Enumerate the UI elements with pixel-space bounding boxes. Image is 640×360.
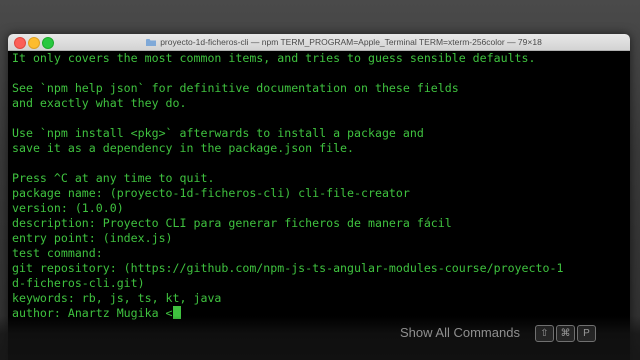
- minimize-button[interactable]: [28, 37, 40, 49]
- zoom-button[interactable]: [42, 37, 54, 49]
- terminal-line: description: Proyecto CLI para generar f…: [12, 216, 452, 230]
- terminal-line: save it as a dependency in the package.j…: [12, 141, 355, 155]
- terminal-line: Press ^C at any time to quit.: [12, 171, 215, 185]
- terminal-line: Use `npm install <pkg>` afterwards to in…: [12, 126, 424, 140]
- terminal-window[interactable]: proyecto-1d-ficheros-cli — npm TERM_PROG…: [8, 34, 630, 360]
- terminal-line: entry point: (index.js): [12, 231, 173, 245]
- shift-key-badge: ⇧: [535, 325, 554, 342]
- terminal-line: git repository: (https://github.com/npm-…: [12, 261, 564, 275]
- terminal-line: version: (1.0.0): [12, 201, 124, 215]
- close-button[interactable]: [14, 37, 26, 49]
- terminal-line: test command:: [12, 246, 103, 260]
- window-title: proyecto-1d-ficheros-cli — npm TERM_PROG…: [160, 37, 542, 47]
- command-key-badge: ⌘: [556, 325, 575, 342]
- p-key-badge: P: [577, 325, 596, 342]
- show-all-commands-label[interactable]: Show All Commands: [400, 325, 520, 340]
- terminal-line: package name: (proyecto-1d-ficheros-cli)…: [12, 186, 410, 200]
- terminal-output[interactable]: It only covers the most common items, an…: [8, 51, 630, 360]
- terminal-line: See `npm help json` for definitive docum…: [12, 81, 459, 95]
- terminal-line: It only covers the most common items, an…: [12, 51, 536, 65]
- folder-icon: [146, 38, 157, 46]
- window-title-wrapper: proyecto-1d-ficheros-cli — npm TERM_PROG…: [68, 34, 620, 50]
- terminal-line: d-ficheros-cli.git): [12, 276, 145, 290]
- title-bar[interactable]: proyecto-1d-ficheros-cli — npm TERM_PROG…: [8, 34, 630, 51]
- terminal-line: keywords: rb, js, ts, kt, java: [12, 291, 222, 305]
- terminal-line: and exactly what they do.: [12, 96, 187, 110]
